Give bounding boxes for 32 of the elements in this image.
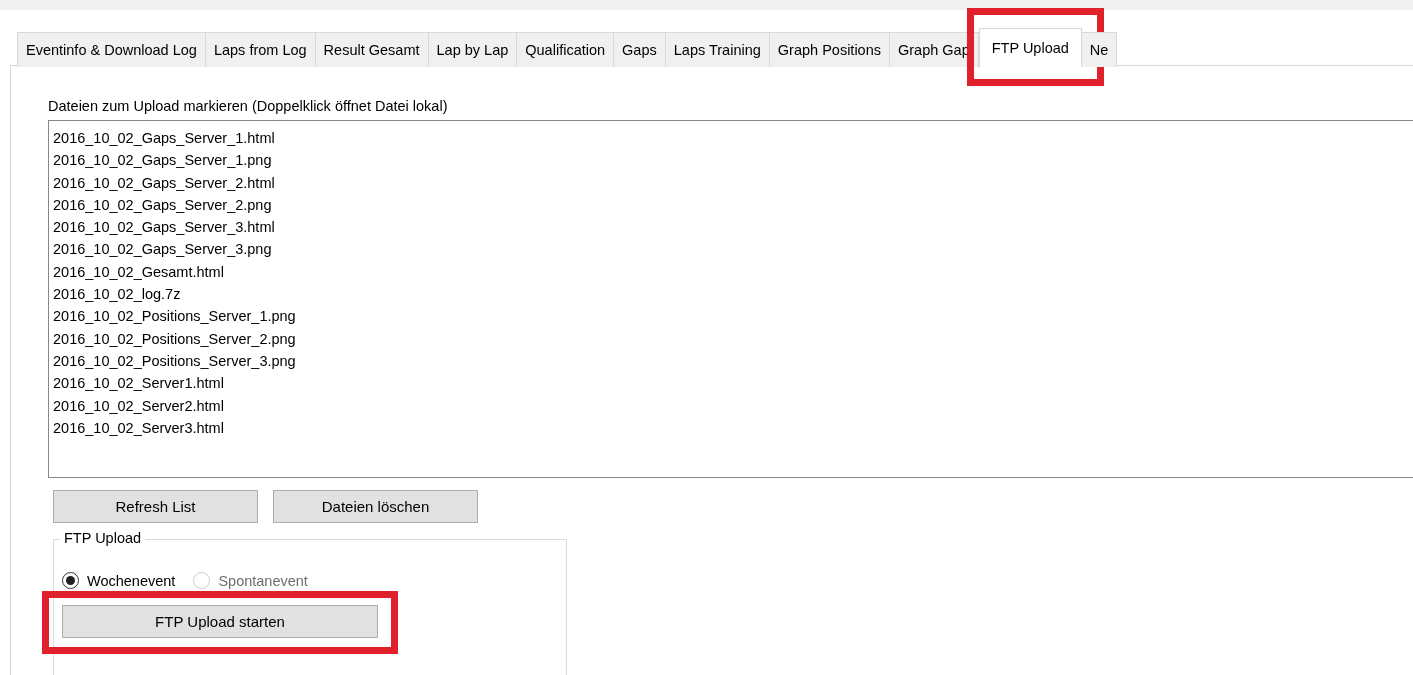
file-list-item[interactable]: 2016_10_02_Positions_Server_1.png xyxy=(53,305,1413,328)
tab[interactable]: Qualification xyxy=(517,32,615,67)
group-title: FTP Upload xyxy=(60,530,146,546)
tab[interactable]: Result Gesamt xyxy=(315,32,429,67)
tab[interactable]: Laps from Log xyxy=(205,32,316,67)
file-list-item[interactable]: 2016_10_02_Gesamt.html xyxy=(53,260,1413,284)
file-list-item[interactable]: 2016_10_02_Gaps_Server_1.html xyxy=(53,127,1413,150)
tab[interactable]: Lap by Lap xyxy=(428,32,518,67)
action-button[interactable]: Refresh List xyxy=(53,490,258,523)
file-list-item[interactable]: 2016_10_02_Positions_Server_3.png xyxy=(53,349,1413,373)
file-list-item[interactable]: 2016_10_02_Gaps_Server_2.html xyxy=(53,171,1413,194)
file-list-item[interactable]: 2016_10_02_Server1.html xyxy=(53,372,1413,395)
file-list-item[interactable]: 2016_10_02_log.7z xyxy=(53,283,1413,306)
radio-button[interactable] xyxy=(62,572,79,589)
file-list-item[interactable]: 2016_10_02_Positions_Server_2.png xyxy=(53,327,1413,350)
tab[interactable]: FTP Upload xyxy=(978,28,1082,67)
file-list-item[interactable]: 2016_10_02_Gaps_Server_3.png xyxy=(53,238,1413,261)
upload-button[interactable]: FTP Upload starten xyxy=(62,605,378,638)
radio-label: Wochenevent xyxy=(87,572,176,589)
file-list-item[interactable]: 2016_10_02_Gaps_Server_3.html xyxy=(53,216,1413,239)
tab[interactable]: Eventinfo & Download Log xyxy=(17,32,206,67)
file-list-item[interactable]: 2016_10_02_Server3.html xyxy=(53,416,1413,440)
tab[interactable]: Gaps xyxy=(614,32,666,67)
file-list-item[interactable]: 2016_10_02_Gaps_Server_2.png xyxy=(53,193,1413,217)
file-list-item[interactable]: 2016_10_02_Gaps_Server_1.png xyxy=(53,149,1413,172)
list-label: Dateien zum Upload markieren (Doppelklick öffnet Datei lokal) xyxy=(48,98,449,116)
tab[interactable]: Laps Training xyxy=(665,32,770,67)
tab[interactable]: Ne xyxy=(1081,32,1118,67)
radio-label: Spontanevent xyxy=(218,572,308,589)
tab[interactable]: Graph Positions xyxy=(769,32,890,67)
file-list-item[interactable]: 2016_10_02_Server2.html xyxy=(53,394,1413,417)
action-button[interactable]: Dateien löschen xyxy=(273,490,478,523)
